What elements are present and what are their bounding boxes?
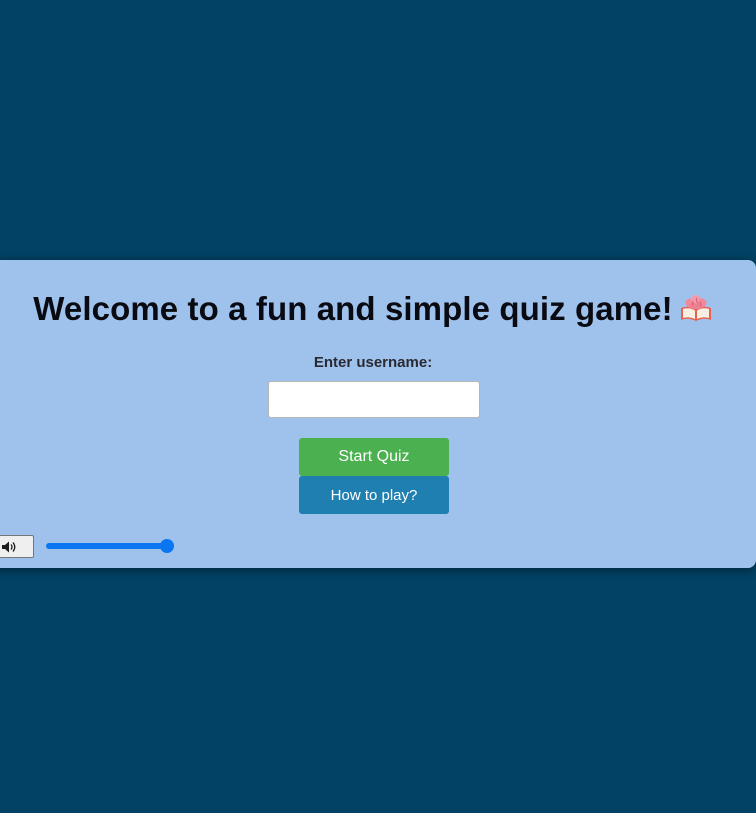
- brain-book-emoji-icon: [680, 295, 711, 321]
- welcome-card: Welcome to a fun and simple quiz game! E…: [0, 260, 756, 568]
- volume-slider-fill: [46, 543, 167, 549]
- volume-slider-thumb[interactable]: [160, 539, 174, 553]
- volume-slider[interactable]: [46, 539, 174, 555]
- username-input[interactable]: [268, 381, 480, 418]
- how-to-play-button[interactable]: How to play?: [299, 476, 449, 514]
- page-title: Welcome to a fun and simple quiz game!: [0, 290, 756, 328]
- title-text: Welcome to a fun and simple quiz game!: [33, 290, 673, 327]
- mute-toggle-button[interactable]: [0, 535, 34, 558]
- username-label: Enter username:: [313, 354, 433, 371]
- speaker-icon: [2, 541, 16, 552]
- start-quiz-button[interactable]: Start Quiz: [299, 438, 449, 476]
